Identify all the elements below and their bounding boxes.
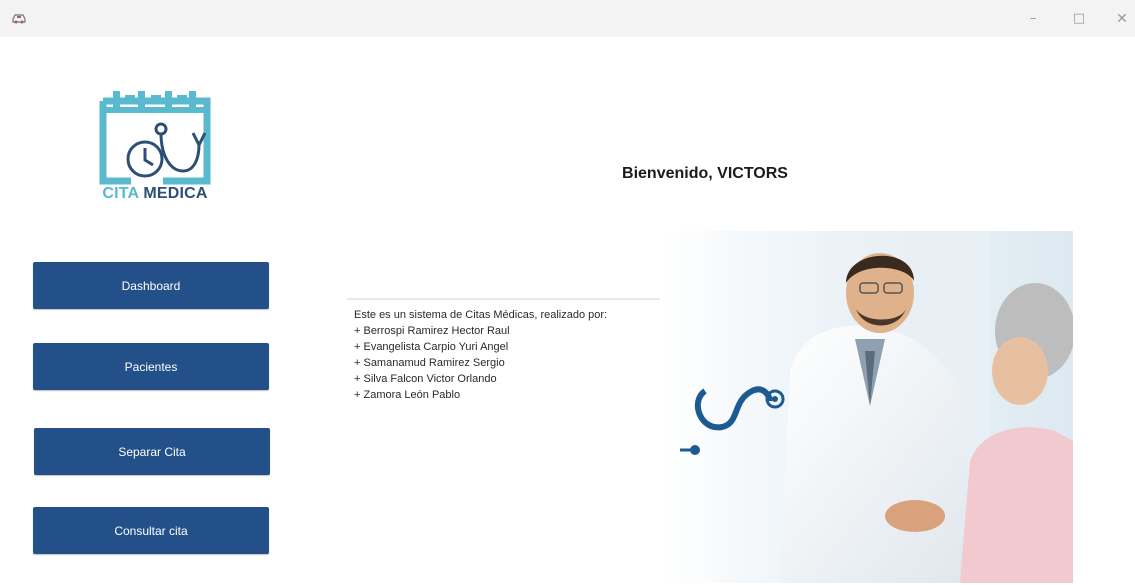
dashboard-button[interactable]: Dashboard (33, 262, 269, 309)
welcome-heading: Bienvenido, VICTORS (622, 165, 788, 182)
main-window: – □ ✕ CITA MEDICA Bienvenido, VICTORS Da… (0, 0, 1135, 585)
pacientes-button[interactable]: Pacientes (33, 343, 269, 390)
logo-text-medica: MEDICA (143, 185, 208, 202)
maximize-button[interactable]: □ (1068, 9, 1090, 29)
close-button[interactable]: ✕ (1111, 9, 1133, 29)
info-text: Este es un sistema de Citas Médicas, rea… (354, 307, 607, 403)
title-bar[interactable]: – □ ✕ (0, 0, 1135, 37)
separar-cita-button[interactable]: Separar Cita (34, 428, 270, 475)
logo-text: CITA MEDICA (91, 185, 219, 203)
author-item: + Zamora León Pablo (354, 389, 461, 401)
author-item: + Berrospi Ramirez Hector Raul (354, 325, 510, 337)
car-icon (12, 14, 26, 24)
author-item: + Evangelista Carpio Yuri Angel (354, 341, 509, 353)
minimize-button[interactable]: – (1022, 9, 1044, 29)
author-item: + Samanamud Ramirez Sergio (354, 357, 505, 369)
consultar-cita-button[interactable]: Consultar cita (33, 507, 269, 554)
author-item: + Silva Falcon Victor Orlando (354, 373, 497, 385)
doctor-patient-photo (660, 231, 1073, 583)
logo-text-cita: CITA (102, 185, 139, 202)
info-intro: Este es un sistema de Citas Médicas, rea… (354, 309, 608, 321)
